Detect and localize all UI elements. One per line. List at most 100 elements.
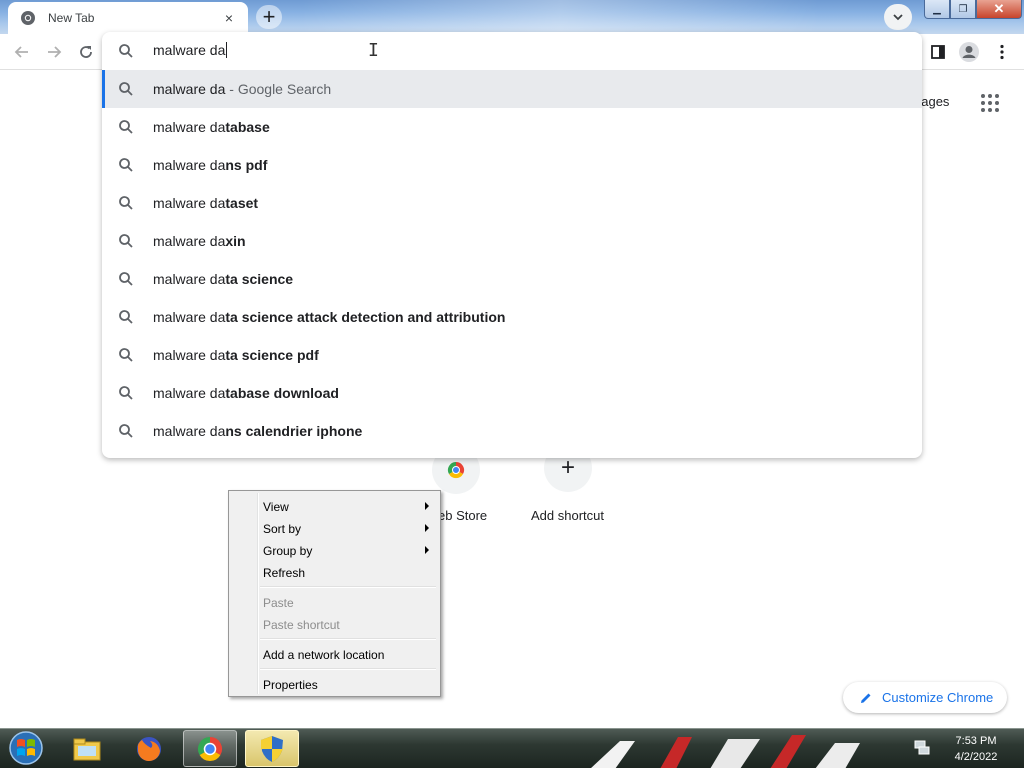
submenu-arrow-icon [425, 502, 429, 510]
suggestion-item[interactable]: malware dans pdf [102, 146, 922, 184]
suggestion-item[interactable]: malware database [102, 108, 922, 146]
context-menu-item[interactable]: Add a network location [231, 643, 438, 665]
clock-time: 7:53 PM [955, 735, 997, 747]
customize-chrome-label: Customize Chrome [882, 690, 994, 705]
file-explorer-icon [73, 738, 101, 760]
menu-button[interactable] [990, 40, 1014, 64]
menu-separator [260, 638, 436, 640]
suggestion-text: malware daxin [153, 233, 246, 249]
customize-chrome-button[interactable]: Customize Chrome [843, 682, 1007, 713]
suggestion-typed: malware da [153, 195, 226, 211]
shortcut-label: eb Store [438, 508, 488, 523]
suggestion-text: malware data science [153, 271, 293, 287]
context-menu-item[interactable]: View [231, 495, 438, 517]
menu-separator [260, 668, 436, 670]
context-menu-label: Group by [263, 544, 313, 558]
suggestion-typed: malware da [153, 157, 226, 173]
suggestion-completion: ta science [225, 271, 294, 287]
desktop-context-menu: View Sort by Group by Refresh Paste Paste sho… [228, 490, 441, 697]
suggestion-completion: ns pdf [225, 157, 268, 173]
suggestion-item[interactable]: malware daxin [102, 222, 922, 260]
context-menu-item[interactable]: Properties [231, 673, 438, 695]
window-controls: ▁ ❐ ✕ [924, 0, 1022, 20]
add-shortcut-label: Add shortcut [531, 508, 604, 523]
suggestion-text: malware data science attack detection an… [153, 309, 505, 325]
suggestion-completion: xin [225, 233, 246, 249]
new-tab-button[interactable]: + [256, 4, 282, 29]
suggestion-text: malware dataset [153, 195, 258, 211]
tab-title: New Tab [48, 11, 95, 25]
omnibox-text: malware da [153, 42, 226, 58]
taskbar-file-explorer[interactable] [60, 730, 114, 767]
search-icon [119, 424, 133, 438]
suggestion-item[interactable]: malware dataset [102, 184, 922, 222]
search-icon [119, 44, 133, 58]
reload-icon [80, 46, 92, 58]
close-window-button[interactable]: ✕ [976, 0, 1022, 19]
omnibox-input-row[interactable]: malware da I [102, 32, 922, 70]
suggestion-item[interactable]: malware data science [102, 260, 922, 298]
context-menu-label: Add a network location [263, 648, 385, 662]
suggestion-item[interactable]: malware data science attack detection an… [102, 298, 922, 336]
context-menu-item[interactable]: Refresh [231, 561, 438, 583]
suggestion-item[interactable]: malware database download [102, 374, 922, 412]
suggestion-completion: taset [225, 195, 259, 211]
suggestion-text: malware dans pdf [153, 157, 267, 173]
search-icon [119, 158, 133, 172]
suggestion-item[interactable]: malware da - Google Search [102, 70, 922, 108]
suggestion-text: malware database download [153, 385, 339, 401]
context-menu-item[interactable]: Sort by [231, 517, 438, 539]
clock-date: 4/2/2022 [954, 751, 998, 763]
omnibox-input[interactable]: malware da [153, 42, 228, 58]
menu-separator [260, 586, 436, 588]
suggestion-completion: ta science pdf [225, 347, 319, 363]
google-apps-icon[interactable] [980, 93, 1000, 113]
tab-search-button[interactable] [884, 4, 912, 30]
suggestion-text: malware database [153, 119, 270, 135]
back-button[interactable] [10, 40, 34, 64]
taskbar-firefox[interactable] [122, 730, 176, 767]
suggestion-typed: malware da [153, 347, 226, 363]
context-menu-item[interactable]: Group by [231, 539, 438, 561]
tab-close-icon[interactable]: × [220, 9, 238, 27]
suggestion-typed: malware da [153, 233, 226, 249]
side-panel-icon [931, 45, 945, 59]
search-icon [119, 82, 133, 96]
suggestion-typed: malware da [153, 423, 226, 439]
reload-button[interactable] [74, 40, 98, 64]
forward-button[interactable] [42, 40, 66, 64]
start-button[interactable] [2, 728, 50, 768]
suggestion-typed: malware da [153, 385, 226, 401]
search-icon [119, 196, 133, 210]
suggestion-text: malware dans calendrier iphone [153, 423, 362, 439]
profile-button[interactable] [957, 40, 981, 64]
search-icon [119, 272, 133, 286]
tab-new-tab[interactable]: New Tab × [8, 2, 248, 34]
system-clock[interactable]: 7:53 PM 4/2/2022 [936, 733, 1016, 765]
network-icon[interactable] [913, 738, 931, 756]
arrow-left-icon [14, 46, 28, 58]
taskbar-chrome[interactable] [183, 730, 237, 767]
suggestion-completion: tabase download [225, 385, 339, 401]
suggestion-item[interactable]: malware dans calendrier iphone [102, 412, 922, 450]
context-menu-label: Sort by [263, 522, 302, 536]
firefox-icon [137, 736, 161, 761]
suggestion-suffix: - Google Search [225, 81, 332, 97]
restore-button[interactable]: ❐ [950, 0, 976, 19]
context-menu-item: Paste [231, 591, 438, 613]
context-menu-label: View [263, 500, 289, 514]
context-menu-label: Paste shortcut [263, 618, 340, 632]
suggestion-typed: malware da [153, 81, 226, 97]
taskbar-security[interactable] [245, 730, 299, 767]
suggestion-item[interactable]: malware data science pdf [102, 336, 922, 374]
kebab-menu-icon [1000, 44, 1004, 60]
context-menu-item: Paste shortcut [231, 613, 438, 635]
ibeam-cursor-icon: I [368, 40, 379, 61]
chrome-icon [197, 736, 223, 761]
minimize-button[interactable]: ▁ [924, 0, 950, 19]
chrome-favicon-icon [21, 11, 35, 25]
side-panel-button[interactable] [926, 40, 950, 64]
tab-strip: New Tab × + ▁ ❐ ✕ [0, 0, 1024, 34]
context-menu-label: Refresh [263, 566, 306, 580]
search-icon [119, 234, 133, 248]
